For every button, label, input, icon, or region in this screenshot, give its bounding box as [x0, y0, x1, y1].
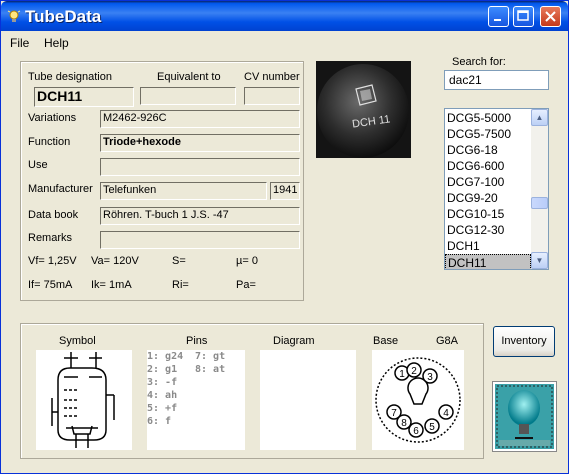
chevron-up-icon: ▲: [535, 113, 544, 122]
label-function: Function: [28, 136, 71, 148]
menu-bar: File Help: [1, 33, 568, 53]
symbol-box: [36, 350, 132, 450]
pin-entry: 8: at: [195, 364, 226, 375]
scroll-thumb[interactable]: [531, 197, 548, 209]
search-input[interactable]: dac21: [444, 70, 549, 90]
tube-photo-image: [316, 61, 411, 158]
close-icon: [545, 11, 556, 22]
header-designation: Tube designation: [28, 71, 112, 83]
tube-logo-icon: [495, 384, 554, 449]
base-pin-number: 6: [413, 426, 419, 437]
chevron-down-icon: ▼: [535, 256, 544, 265]
pin-entry: 1: g24: [147, 351, 184, 362]
base-pin: 8: [396, 414, 412, 430]
title-bar[interactable]: TubeData: [1, 1, 568, 31]
pin-entry: 2: g1: [147, 364, 178, 375]
lightbulb-icon: [7, 10, 21, 22]
pin-entry: 3: -f: [147, 377, 178, 388]
app-window: TubeData File Help Tube designation Equi…: [0, 0, 569, 474]
scroll-up-button[interactable]: ▲: [531, 109, 548, 126]
header-cv: CV number: [244, 71, 300, 83]
list-item[interactable]: DCG7-100: [445, 174, 531, 190]
base-pin-number: 7: [391, 408, 397, 419]
label-use: Use: [28, 159, 48, 171]
pin-entry: 7: gt: [195, 351, 226, 362]
scroll-down-button[interactable]: ▼: [531, 252, 548, 269]
cv-field[interactable]: [244, 87, 300, 105]
pin-list-left: 1: g24 2: g1 3: -f 4: ah 5: +f 6: f: [147, 350, 183, 428]
window-title: TubeData: [25, 7, 102, 26]
list-item[interactable]: DCH11: [445, 254, 531, 269]
list-item[interactable]: DCG6-600: [445, 158, 531, 174]
param-mu: µ= 0: [236, 255, 258, 267]
function-field[interactable]: Triode+hexode: [100, 134, 300, 152]
diagram-box: [260, 350, 356, 450]
minimize-icon: [494, 19, 501, 21]
base-pin-number: 5: [429, 422, 435, 433]
base-pin-number: 2: [411, 366, 417, 377]
label-remarks: Remarks: [28, 232, 73, 244]
base-pin-number: 8: [401, 418, 407, 429]
base-pin: 5: [424, 418, 440, 434]
list-item[interactable]: DCG5-7500: [445, 126, 531, 142]
pin-entry: 5: +f: [147, 403, 178, 414]
param-if: If= 75mA: [28, 279, 73, 291]
base-header: Base: [373, 335, 399, 347]
pin-entry: 6: f: [147, 416, 172, 427]
databook-field[interactable]: Röhren. T-buch 1 J.S. -47: [100, 207, 300, 225]
tube-photo: DCH 11: [316, 61, 411, 158]
minimize-button[interactable]: [488, 6, 509, 27]
year-field[interactable]: 1941: [270, 182, 300, 200]
base-pin-number: 4: [443, 408, 449, 419]
base-type: G8A: [436, 335, 459, 347]
param-s: S=: [172, 255, 186, 267]
maximize-icon: [517, 10, 529, 21]
list-item[interactable]: DCG5-5000: [445, 110, 531, 126]
pin-list-right: 7: gt 8: at: [195, 350, 225, 376]
pins-box: 1: g24 2: g1 3: -f 4: ah 5: +f 6: f 7: gt 8: a…: [147, 350, 245, 450]
base-pin: 3: [422, 368, 438, 384]
tube-listbox[interactable]: DCG5-5000 DCG5-7500 DCG6-18 DCG6-600 DCG7-10…: [444, 108, 549, 270]
pin-entry: 4: ah: [147, 390, 178, 401]
list-item[interactable]: DCG9-20: [445, 190, 531, 206]
maximize-button[interactable]: [513, 6, 534, 27]
label-manufacturer: Manufacturer: [28, 183, 93, 195]
param-vf: Vf= 1,25V: [28, 255, 77, 267]
base-pin: 2: [406, 362, 422, 378]
param-ik: Ik= 1mA: [91, 279, 132, 291]
base-pin: 4: [438, 404, 454, 420]
inventory-button[interactable]: Inventory: [493, 326, 555, 357]
base-pin-number: 1: [399, 369, 405, 380]
tube-schematic-symbol: [51, 352, 115, 448]
use-field[interactable]: [100, 158, 300, 176]
equivalent-field[interactable]: [140, 87, 236, 105]
menu-file[interactable]: File: [10, 36, 29, 50]
variations-field[interactable]: M2462-926C: [100, 110, 300, 128]
search-label: Search for:: [452, 56, 506, 68]
list-item[interactable]: DCG6-18: [445, 142, 531, 158]
manufacturer-field[interactable]: Telefunken: [100, 182, 267, 200]
close-button[interactable]: [540, 6, 561, 27]
remarks-field[interactable]: [100, 231, 300, 249]
diagram-header: Diagram: [273, 335, 315, 347]
param-ri: Ri=: [172, 279, 189, 291]
base-pinout-diagram: 1 23 456 78: [375, 357, 461, 443]
menu-help[interactable]: Help: [44, 36, 69, 50]
param-pa: Pa=: [236, 279, 256, 291]
list-item[interactable]: DCG10-15: [445, 206, 531, 222]
header-equivalent: Equivalent to: [157, 71, 221, 83]
pins-header: Pins: [186, 335, 208, 347]
app-logo: [492, 381, 557, 452]
param-va: Va= 120V: [91, 255, 139, 267]
listbox-scrollbar[interactable]: ▲ ▼: [531, 109, 548, 269]
label-databook: Data book: [28, 209, 79, 221]
label-variations: Variations: [28, 112, 77, 124]
list-item[interactable]: DCH1: [445, 238, 531, 254]
base-pin-number: 3: [427, 372, 433, 383]
designation-field[interactable]: DCH11: [34, 87, 134, 107]
symbol-header: Symbol: [59, 335, 96, 347]
list-item[interactable]: DCG12-30: [445, 222, 531, 238]
base-box: 123 456 78: [372, 350, 464, 450]
